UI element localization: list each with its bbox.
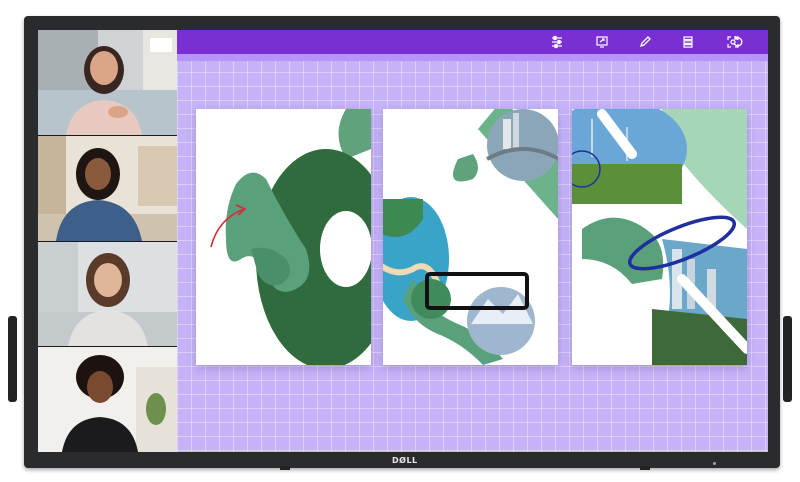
video-participants-panel xyxy=(38,30,177,452)
pen-icon[interactable] xyxy=(636,33,654,51)
participant-tile-1[interactable] xyxy=(38,30,177,136)
brand-logo: DØLL xyxy=(392,456,418,465)
participant-tile-3[interactable] xyxy=(38,241,177,348)
whiteboard-ruler xyxy=(177,54,768,61)
card-artwork-2 xyxy=(383,109,558,365)
participant-video-3 xyxy=(38,241,177,347)
undo-icon[interactable] xyxy=(729,33,747,51)
card-artwork-1 xyxy=(210,109,371,365)
whiteboard-canvas[interactable] xyxy=(177,30,768,452)
design-card-2[interactable] xyxy=(383,109,558,365)
screen-share-icon[interactable] xyxy=(593,33,611,51)
participant-video-2 xyxy=(38,135,177,241)
participant-video-1 xyxy=(38,30,177,135)
card-artwork-3 xyxy=(572,109,747,365)
stand-foot-right xyxy=(640,466,650,470)
power-indicator xyxy=(713,462,716,465)
display-screen xyxy=(38,30,768,452)
whiteboard-toolbar xyxy=(177,30,768,54)
right-side-handle xyxy=(783,316,792,402)
sliders-icon[interactable] xyxy=(548,33,566,51)
stand-foot-left xyxy=(280,466,290,470)
participant-tile-4[interactable] xyxy=(38,347,177,452)
design-card-3[interactable] xyxy=(572,109,747,365)
layers-icon[interactable] xyxy=(679,33,697,51)
participant-video-4 xyxy=(38,347,177,452)
participant-tile-2[interactable] xyxy=(38,135,177,242)
left-side-handle xyxy=(8,316,17,402)
design-card-1[interactable] xyxy=(196,109,371,365)
